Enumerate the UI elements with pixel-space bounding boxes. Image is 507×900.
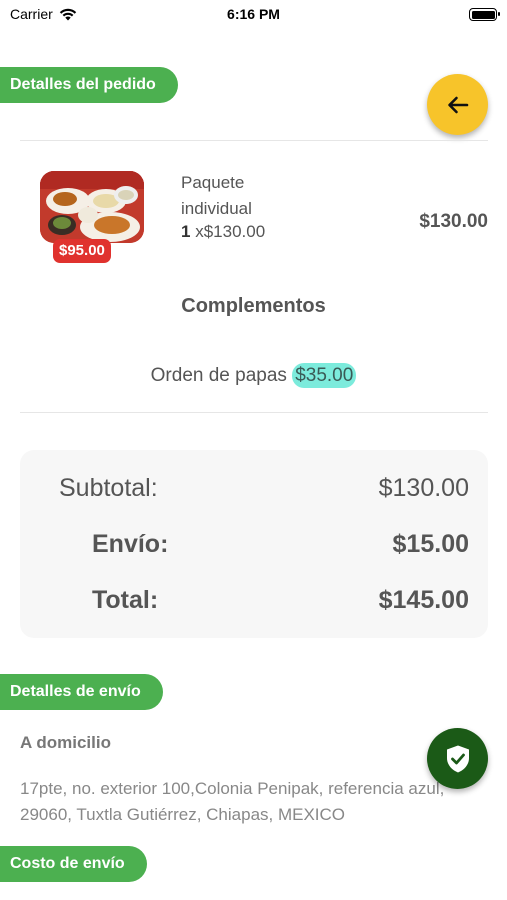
subtotal-row: Subtotal: $130.00 xyxy=(20,474,488,508)
shipping-cost-header: Costo de envío xyxy=(0,846,147,882)
complements-title: Complementos xyxy=(181,295,326,317)
subtotal-value: $130.00 xyxy=(378,474,469,502)
product-quantity: 1 xyxy=(181,222,191,241)
shipping-label: Envío: xyxy=(92,530,169,558)
shipping-value: $15.00 xyxy=(392,530,469,558)
status-time: 6:16 PM xyxy=(227,6,280,22)
divider xyxy=(20,140,488,141)
complement-price: $35.00 xyxy=(292,363,357,388)
subtotal-label: Subtotal: xyxy=(59,474,158,502)
status-bar: Carrier 6:16 PM xyxy=(0,0,507,30)
price-badge: $95.00 xyxy=(53,239,111,263)
total-row: Total: $145.00 xyxy=(20,586,488,620)
total-value: $145.00 xyxy=(378,586,469,614)
order-details-header: Detalles del pedido xyxy=(0,67,178,103)
battery-icon xyxy=(469,8,500,21)
back-button[interactable] xyxy=(427,74,488,135)
shipping-row: Envío: $15.00 xyxy=(20,530,488,564)
product-unit-price: x$130.00 xyxy=(195,222,266,241)
shipping-details-header: Detalles de envío xyxy=(0,674,163,710)
product-quantity-line: 1 x$130.00 xyxy=(181,222,265,242)
product-total: $130.00 xyxy=(419,211,488,232)
arrow-left-icon xyxy=(447,96,468,113)
divider xyxy=(20,412,488,413)
shipping-address: 17pte, no. exterior 100,Colonia Penipak,… xyxy=(20,779,445,824)
total-label: Total: xyxy=(92,586,159,614)
shipping-type: A domicilio xyxy=(20,733,111,752)
order-summary: Subtotal: $130.00 Envío: $15.00 Total: $… xyxy=(20,450,488,638)
shield-check-icon xyxy=(446,745,469,772)
complement-item: Orden de papas $35.00 xyxy=(0,363,507,388)
product-image xyxy=(40,171,144,243)
confirm-button[interactable] xyxy=(427,728,488,789)
product-name: Paquete individual xyxy=(181,173,252,218)
complement-label: Orden de papas xyxy=(150,365,287,386)
